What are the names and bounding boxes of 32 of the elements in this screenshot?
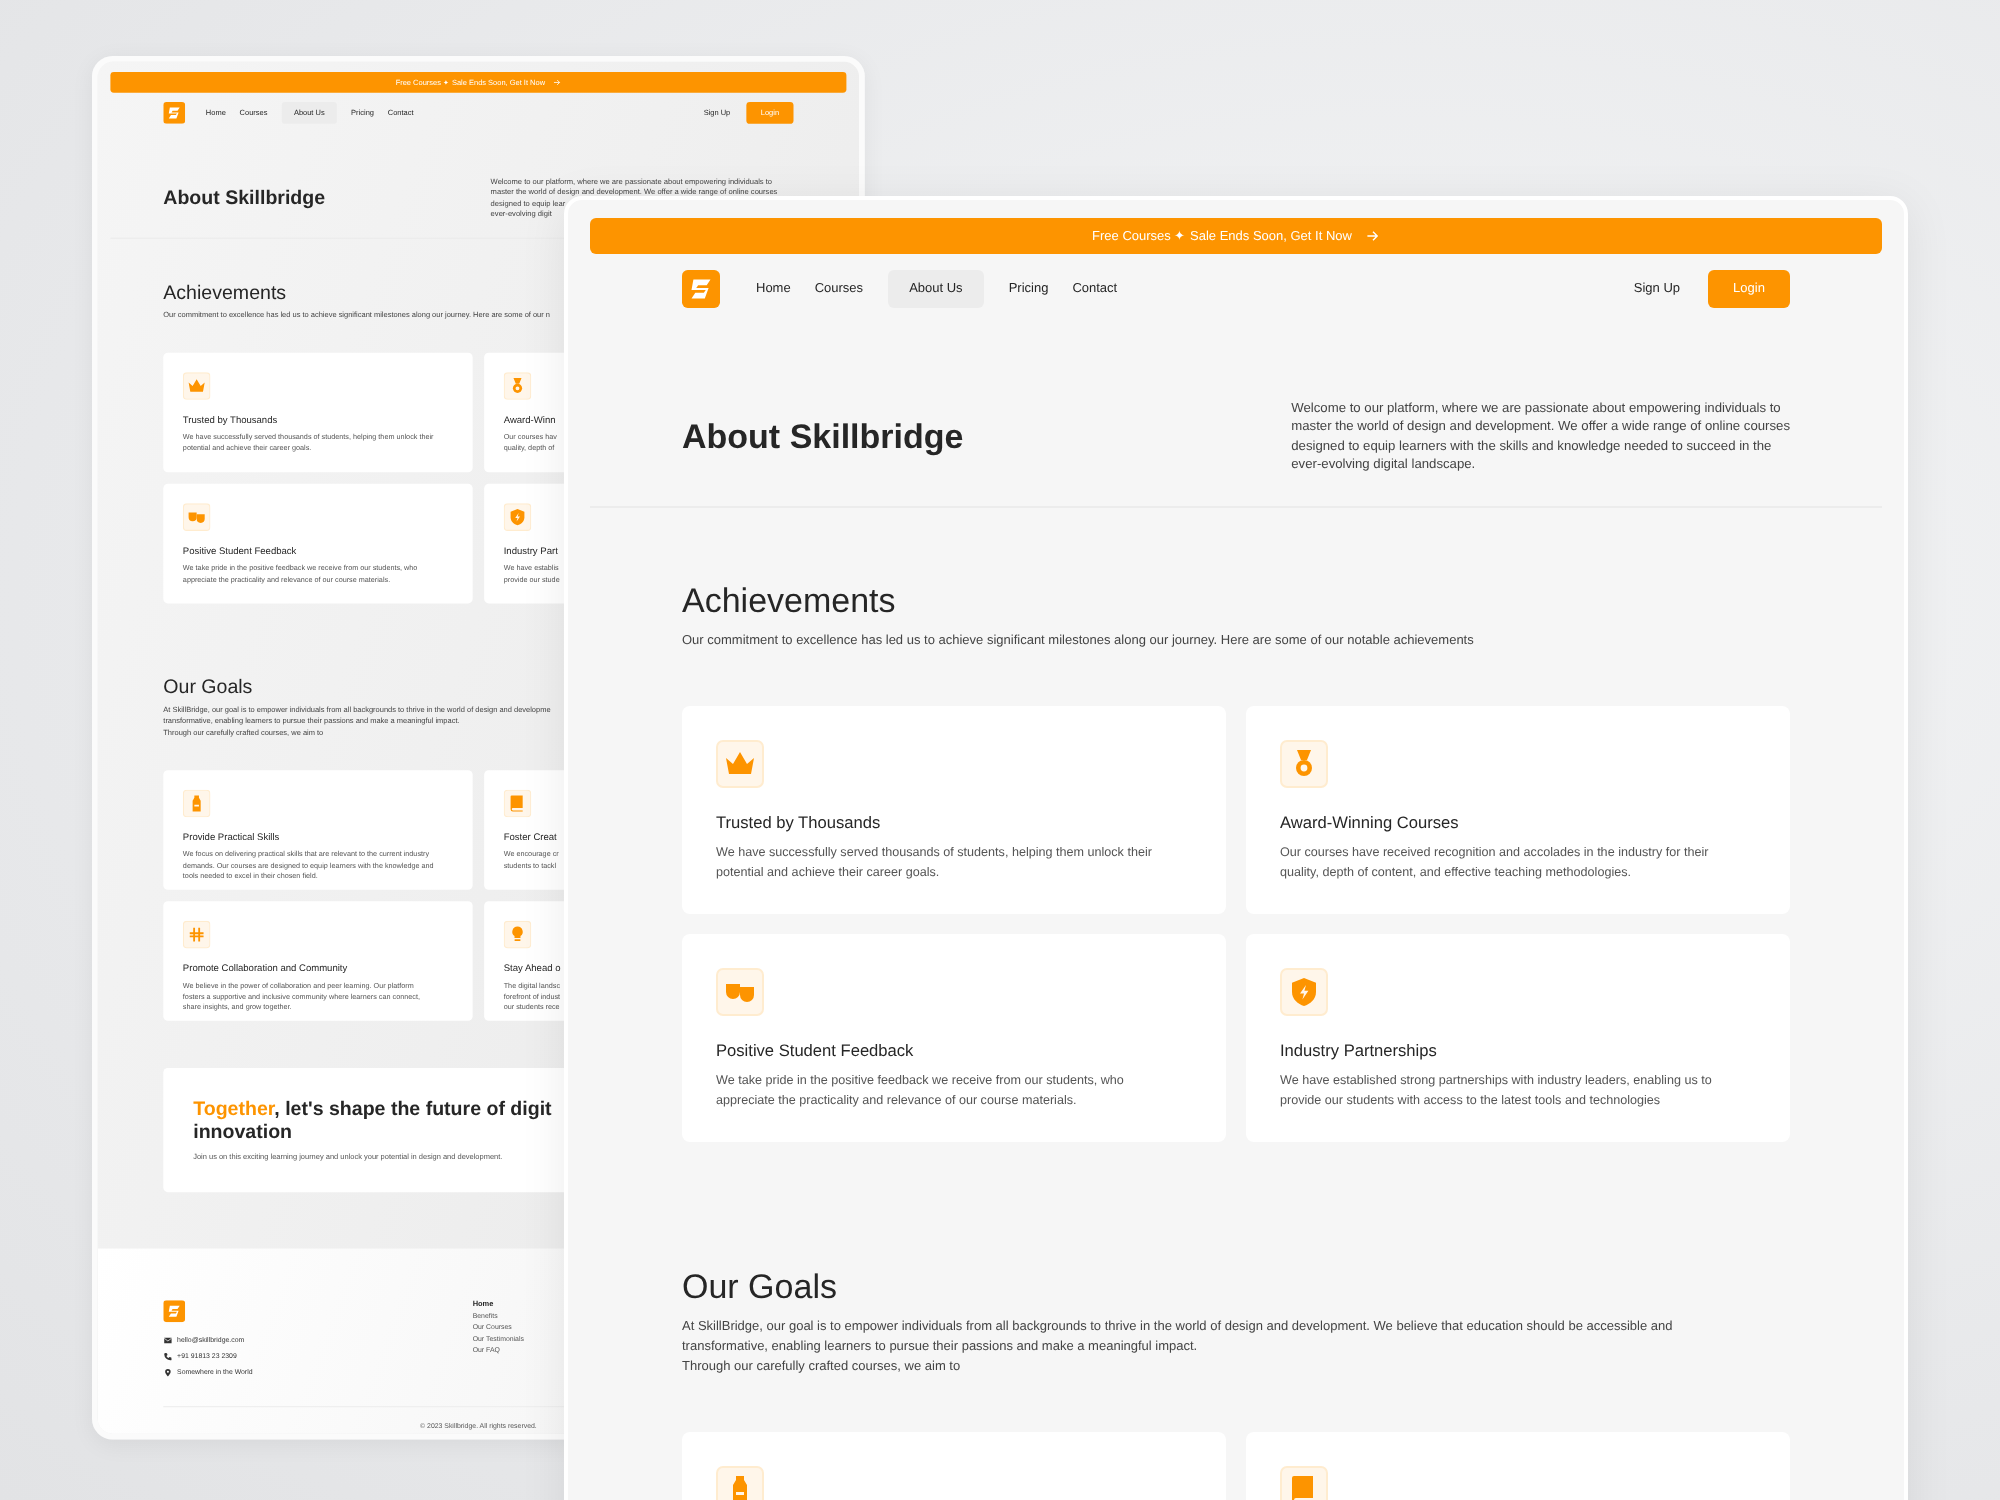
card-title: Trusted by Thousands [716,812,881,832]
page-title: About Skillbridge [682,417,964,457]
crown-icon [182,372,211,400]
page-title: About Skillbridge [163,186,326,210]
hash-icon [182,920,211,949]
logo-icon[interactable] [163,102,186,124]
medal-icon [503,372,532,400]
location-pin-icon [163,1368,173,1378]
masks-icon [182,503,211,531]
crown-icon [716,740,764,788]
shield-icon [503,503,532,531]
shield-icon [1280,968,1328,1016]
bottle-icon [716,1466,764,1500]
phone-icon [163,1352,173,1362]
book-icon [1280,1466,1328,1500]
section-title: Achievements [682,580,896,624]
section-title: Our Goals [682,1266,837,1310]
section-title: Achievements [163,280,287,306]
logo-icon[interactable] [682,270,720,308]
card-title: Award-Winning Courses [1280,812,1459,832]
card-title: Industry Partnerships [1280,1040,1437,1060]
medal-icon [1280,740,1328,788]
envelope-icon [163,1335,173,1346]
bottle-icon [182,789,211,818]
masks-icon [716,968,764,1016]
arrow-icon [1365,230,1380,242]
lightbulb-icon [503,920,532,949]
card-title: Positive Student Feedback [716,1040,914,1060]
section-title: Our Goals [163,674,253,700]
cta-heading: Together, let's shape the future of digit innovation [193,1097,552,1144]
logo-icon[interactable] [163,1300,186,1323]
book-icon [503,789,532,818]
